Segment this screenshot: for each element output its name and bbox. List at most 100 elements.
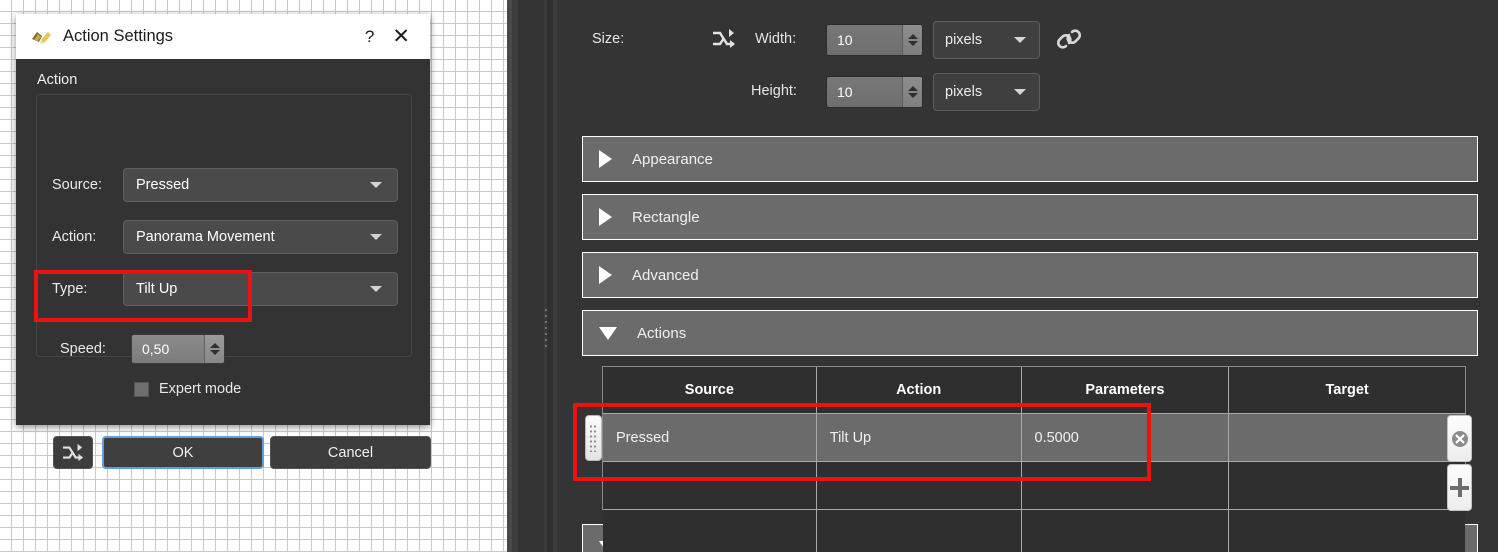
chevron-down-icon bbox=[1014, 37, 1026, 43]
width-unit-select[interactable]: pixels bbox=[933, 21, 1040, 59]
source-select[interactable]: Pressed bbox=[123, 168, 398, 202]
section-header-actions[interactable]: Actions bbox=[582, 310, 1478, 356]
chevron-right-icon bbox=[599, 208, 612, 226]
chevron-down-icon bbox=[370, 286, 382, 292]
chevron-up-icon[interactable] bbox=[907, 86, 918, 91]
height-value[interactable]: 10 bbox=[827, 84, 902, 100]
dialog-titlebar[interactable]: Action Settings ? ✕ bbox=[16, 14, 430, 59]
cell-action[interactable]: Tilt Up bbox=[816, 413, 1022, 461]
chain-link-icon[interactable] bbox=[1055, 25, 1083, 53]
height-unit-value: pixels bbox=[945, 84, 983, 100]
screen-root: Size: Width: 10 pixels Height: 10 pixels… bbox=[0, 0, 1498, 552]
shuffle-icon bbox=[63, 443, 83, 461]
speed-value[interactable]: 0,50 bbox=[132, 341, 204, 357]
column-header-target[interactable]: Target bbox=[1229, 367, 1465, 413]
chevron-up-icon[interactable] bbox=[907, 34, 918, 39]
chevron-down-icon[interactable] bbox=[907, 41, 918, 46]
height-unit-select[interactable]: pixels bbox=[933, 73, 1040, 111]
expert-mode-checkbox[interactable] bbox=[134, 381, 149, 397]
chevron-down-icon bbox=[370, 234, 382, 240]
speed-label: Speed: bbox=[60, 341, 106, 357]
size-label: Size: bbox=[592, 31, 625, 47]
expert-mode-label: Expert mode bbox=[159, 381, 242, 397]
source-value: Pressed bbox=[136, 177, 190, 193]
add-row-button[interactable] bbox=[1447, 464, 1472, 511]
type-select[interactable]: Tilt Up bbox=[123, 272, 398, 306]
cell-parameters[interactable]: 0.5000 bbox=[1021, 413, 1230, 461]
shuffle-icon[interactable] bbox=[710, 26, 738, 52]
action-label: Action: bbox=[52, 229, 97, 245]
chevron-down-icon bbox=[1014, 89, 1026, 95]
height-label: Height: bbox=[751, 83, 797, 99]
speed-stepper[interactable]: 0,50 bbox=[131, 334, 225, 364]
section-title: Actions bbox=[637, 324, 687, 342]
section-header-advanced[interactable]: Advanced bbox=[582, 252, 1478, 298]
group-label-action: Action bbox=[37, 72, 78, 88]
column-header-action[interactable]: Action bbox=[817, 367, 1022, 413]
type-value: Tilt Up bbox=[136, 281, 178, 297]
drag-handle-icon[interactable] bbox=[585, 415, 602, 461]
speed-stepper-arrows[interactable] bbox=[204, 335, 224, 363]
expert-mode-row[interactable]: Expert mode bbox=[134, 381, 241, 397]
action-settings-dialog: Action Settings ? ✕ Action Source: Press… bbox=[16, 14, 431, 469]
panel-splitter[interactable] bbox=[507, 0, 580, 552]
dialog-title: Action Settings bbox=[63, 27, 174, 45]
chevron-right-icon bbox=[599, 266, 612, 284]
width-stepper-arrows[interactable] bbox=[902, 25, 922, 55]
cell-source[interactable] bbox=[603, 461, 817, 509]
properties-panel: Size: Width: 10 pixels Height: 10 pixels… bbox=[580, 0, 1498, 552]
chevron-down-icon[interactable] bbox=[209, 350, 220, 355]
plus-icon bbox=[1450, 478, 1469, 497]
delete-circle-icon bbox=[1451, 430, 1468, 447]
column-header-parameters[interactable]: Parameters bbox=[1022, 367, 1230, 413]
dialog-body: Action Source: Pressed Action: Panorama … bbox=[16, 59, 431, 469]
dialog-shuffle-button[interactable] bbox=[53, 436, 93, 469]
delete-row-button[interactable] bbox=[1447, 415, 1472, 462]
table-row[interactable] bbox=[603, 461, 1465, 509]
section-title: Advanced bbox=[632, 266, 699, 284]
cancel-button[interactable]: Cancel bbox=[270, 436, 431, 469]
width-unit-value: pixels bbox=[945, 32, 983, 48]
width-value[interactable]: 10 bbox=[827, 32, 902, 48]
section-header-rectangle[interactable]: Rectangle bbox=[582, 194, 1478, 240]
help-button[interactable]: ? bbox=[347, 27, 392, 47]
chevron-down-icon[interactable] bbox=[907, 93, 918, 98]
action-field-row: Action: Panorama Movement bbox=[52, 220, 398, 254]
cell-target[interactable] bbox=[1229, 461, 1465, 509]
table-row[interactable]: Pressed Tilt Up 0.5000 bbox=[603, 413, 1465, 461]
column-header-source[interactable]: Source bbox=[603, 367, 817, 413]
cell-action[interactable] bbox=[816, 509, 1022, 552]
cell-source[interactable]: Pressed bbox=[603, 413, 817, 461]
cell-target[interactable] bbox=[1229, 509, 1465, 552]
action-value: Panorama Movement bbox=[136, 229, 275, 245]
splitter-grip-dots[interactable] bbox=[544, 307, 549, 349]
source-label: Source: bbox=[52, 177, 102, 193]
section-header-appearance[interactable]: Appearance bbox=[582, 136, 1478, 182]
app-bird-pencil-icon bbox=[30, 27, 52, 47]
chevron-down-icon bbox=[599, 326, 617, 340]
height-stepper-arrows[interactable] bbox=[902, 77, 922, 107]
cell-action[interactable] bbox=[816, 461, 1022, 509]
height-stepper[interactable]: 10 bbox=[826, 76, 923, 108]
cell-target[interactable] bbox=[1229, 413, 1465, 461]
splitter-stripe bbox=[557, 0, 580, 552]
cell-parameters[interactable] bbox=[1021, 509, 1230, 552]
close-icon[interactable]: ✕ bbox=[392, 24, 430, 49]
ok-button[interactable]: OK bbox=[102, 436, 264, 469]
cell-source[interactable] bbox=[603, 509, 817, 552]
splitter-stripe bbox=[518, 0, 544, 552]
source-field-row: Source: Pressed bbox=[52, 168, 398, 202]
table-row[interactable] bbox=[603, 509, 1465, 552]
section-title: Appearance bbox=[632, 150, 713, 168]
chevron-up-icon[interactable] bbox=[209, 343, 220, 348]
type-field-row: Type: Tilt Up bbox=[52, 272, 398, 306]
drag-dots bbox=[589, 424, 598, 452]
type-label: Type: bbox=[52, 281, 88, 297]
cell-parameters[interactable] bbox=[1021, 461, 1230, 509]
width-label: Width: bbox=[755, 31, 797, 47]
chevron-right-icon bbox=[599, 150, 612, 168]
chevron-down-icon bbox=[370, 182, 382, 188]
table-header-row: Source Action Parameters Target bbox=[603, 367, 1465, 413]
width-stepper[interactable]: 10 bbox=[826, 24, 923, 56]
action-select[interactable]: Panorama Movement bbox=[123, 220, 398, 254]
